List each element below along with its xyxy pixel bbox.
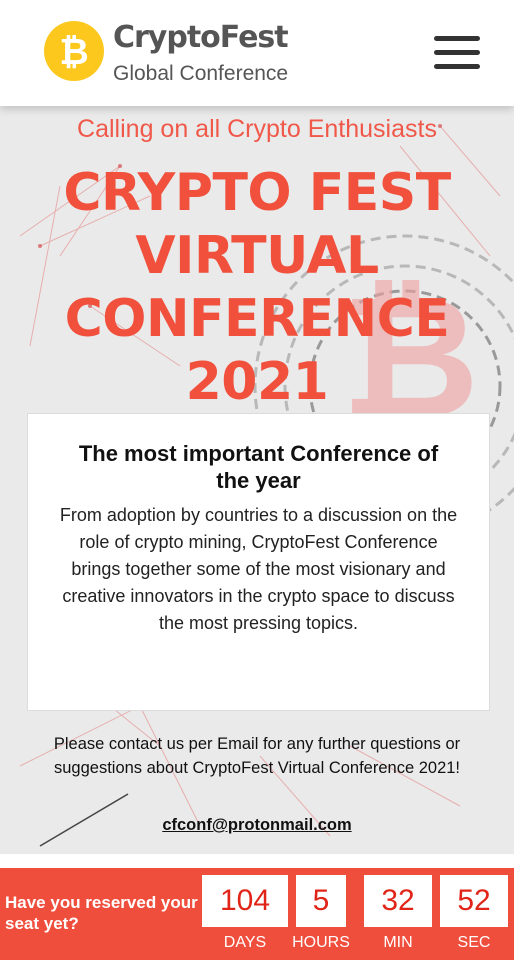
hero-title-line: CRYPTO FEST [63, 163, 451, 223]
email-link[interactable]: cfconf@protonmail.com [0, 816, 514, 835]
card-text: From adoption by countries to a discussi… [59, 505, 458, 633]
bitcoin-icon: ₿ [59, 32, 88, 73]
countdown-seconds-value: 52 [440, 875, 508, 927]
countdown-days-label: DAYS [223, 934, 267, 951]
hero-title: CRYPTO FEST VIRTUAL CONFERENCE 2021 [20, 162, 494, 414]
hero-title-line: VIRTUAL [135, 226, 379, 286]
hero-tagline: Calling on all Crypto Enthusiasts [77, 115, 437, 143]
menu-bar [434, 64, 480, 69]
brand-subtitle: Global Conference [113, 62, 289, 85]
card-title: The most important Conference of the yea… [78, 441, 439, 493]
menu-bar [434, 50, 480, 55]
brand-name[interactable]: CryptoFest [113, 20, 289, 55]
hamburger-menu-icon[interactable] [432, 34, 482, 72]
hero-title-line: CONFERENCE [64, 289, 450, 349]
menu-bar [434, 36, 480, 41]
countdown-minutes-label: MIN [383, 934, 413, 951]
info-card: The most important Conference of the yea… [27, 413, 490, 711]
svg-text:₿: ₿ [59, 32, 88, 73]
countdown-hours-label: HOURS [292, 934, 350, 951]
countdown-days-value: 104 [202, 875, 288, 927]
countdown-bar: Have you reserved your seat yet? 104 DAY… [0, 868, 514, 960]
countdown-hours-value: 5 [296, 875, 346, 927]
countdown-seconds-label: SEC [457, 934, 491, 951]
countdown-question: Have you reserved your seat yet? [5, 893, 198, 933]
countdown-minutes-value: 32 [364, 875, 432, 927]
site-header: ₿ CryptoFest Global Conference [0, 0, 514, 106]
bitcoin-logo-icon[interactable]: ₿ [44, 21, 104, 81]
hero-title-line: 2021 [185, 352, 329, 412]
contact-text: Please contact us per Email for any furt… [53, 735, 461, 777]
hero-section: ₿ Calling on all Crypto Enthusiasts CRYP… [0, 106, 514, 854]
